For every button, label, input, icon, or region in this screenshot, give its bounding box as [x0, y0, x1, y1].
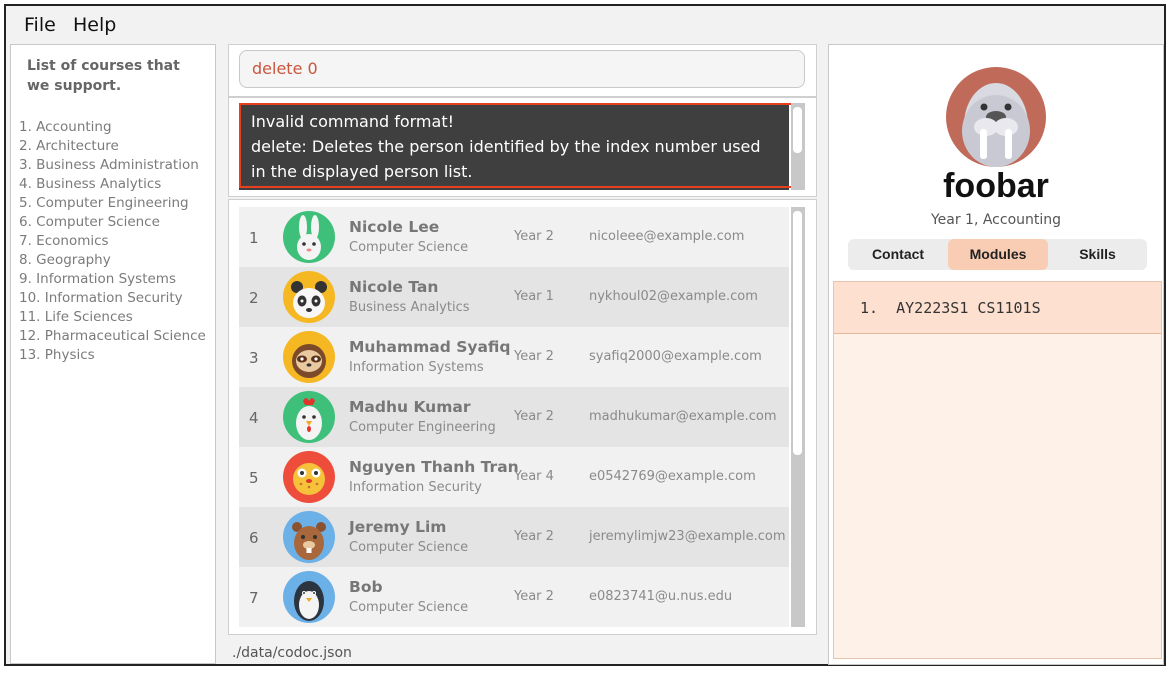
- pufferfish-icon: [283, 451, 335, 503]
- person-email: e0823741@u.nus.edu: [589, 589, 733, 604]
- person-name: Nicole Lee: [349, 218, 440, 236]
- person-index: 5: [249, 469, 259, 487]
- course-item: 5. Computer Engineering: [19, 195, 189, 211]
- person-list-scrollbar[interactable]: [791, 207, 805, 627]
- result-line: in the displayed person list.: [251, 162, 473, 181]
- person-card[interactable]: 3 Muhammad Syafiq Information Systems Ye…: [239, 327, 789, 387]
- person-year: Year 2: [514, 409, 554, 424]
- person-course: Computer Science: [349, 600, 469, 615]
- course-item: 3. Business Administration: [19, 157, 199, 173]
- chicken-icon: [283, 391, 335, 443]
- person-year: Year 2: [514, 529, 554, 544]
- status-bar-path: ./data/codoc.json: [232, 645, 352, 661]
- tab-modules[interactable]: Modules: [948, 239, 1048, 270]
- person-index: 2: [249, 289, 259, 307]
- course-item: 2. Architecture: [19, 138, 119, 154]
- person-email: syafiq2000@example.com: [589, 349, 762, 364]
- help-menu[interactable]: Help: [73, 14, 116, 36]
- person-year: Year 1: [514, 289, 554, 304]
- result-display[interactable]: Invalid command format! delete: Deletes …: [239, 103, 795, 190]
- person-index: 3: [249, 349, 259, 367]
- menu-bar: File Help: [6, 6, 1164, 40]
- profile-subtitle: Year 1, Accounting: [930, 212, 1062, 228]
- beaver-icon: [283, 511, 335, 563]
- rabbit-icon: [283, 211, 335, 263]
- person-index: 1: [249, 229, 259, 247]
- course-list-panel: List of courses that we support. 1. Acco…: [10, 44, 216, 664]
- person-year: Year 4: [514, 469, 554, 484]
- main-panel: delete 0 Invalid command format! delete:…: [228, 44, 817, 666]
- result-scrollbar[interactable]: [791, 103, 805, 190]
- sloth-icon: [283, 331, 335, 383]
- person-name: Nicole Tan: [349, 278, 439, 296]
- person-index: 7: [249, 589, 259, 607]
- person-card[interactable]: 5 Nguyen Thanh Tran Information Security…: [239, 447, 789, 507]
- person-course: Information Systems: [349, 360, 484, 375]
- module-item[interactable]: 1. AY2223S1 CS1101S: [834, 282, 1161, 334]
- course-item: 1. Accounting: [19, 119, 112, 135]
- person-course: Computer Science: [349, 240, 469, 255]
- person-course: Information Security: [349, 480, 482, 495]
- walrus-icon: [946, 67, 1046, 167]
- result-message: Invalid command format! delete: Deletes …: [239, 103, 795, 188]
- profile-panel: foobar Year 1, Accounting Contact Module…: [828, 44, 1164, 665]
- person-card[interactable]: 1 Nicole Lee Computer Science Year 2 nic…: [239, 207, 789, 267]
- person-card[interactable]: 7 Bob Computer Science Year 2 e0823741@u…: [239, 567, 789, 627]
- course-item: 8. Geography: [19, 252, 111, 268]
- course-item: 9. Information Systems: [19, 271, 176, 287]
- person-list-scroll-thumb[interactable]: [793, 211, 802, 455]
- person-name: Nguyen Thanh Tran: [349, 458, 519, 476]
- course-list-heading: List of courses that we support.: [27, 58, 180, 94]
- person-card[interactable]: 2 Nicole Tan Business Analytics Year 1 n…: [239, 267, 789, 327]
- course-item: 11. Life Sciences: [19, 309, 133, 325]
- course-item: 6. Computer Science: [19, 214, 160, 230]
- person-name: Bob: [349, 578, 383, 596]
- person-card[interactable]: 4 Madhu Kumar Computer Engineering Year …: [239, 387, 789, 447]
- course-list: 1. Accounting 2. Architecture 3. Busines…: [19, 118, 206, 365]
- person-list-panel: 1 Nicole Lee Computer Science Year 2 nic…: [228, 199, 817, 635]
- person-email: nykhoul02@example.com: [589, 289, 758, 304]
- file-menu[interactable]: File: [24, 14, 56, 36]
- app-window: File Help List of courses that we suppor…: [4, 4, 1166, 666]
- tab-skills[interactable]: Skills: [1048, 239, 1147, 270]
- result-display-panel: Invalid command format! delete: Deletes …: [228, 97, 817, 197]
- result-line: Invalid command format!: [251, 112, 455, 131]
- profile-tabs: Contact Modules Skills: [848, 239, 1147, 270]
- tab-contact[interactable]: Contact: [848, 239, 948, 270]
- result-scroll-thumb[interactable]: [793, 107, 802, 153]
- person-name: Jeremy Lim: [349, 518, 447, 536]
- person-list: 1 Nicole Lee Computer Science Year 2 nic…: [239, 207, 789, 627]
- penguin-icon: [283, 571, 335, 623]
- panda-icon: [283, 271, 335, 323]
- person-year: Year 2: [514, 589, 554, 604]
- person-year: Year 2: [514, 229, 554, 244]
- module-label: 1. AY2223S1 CS1101S: [860, 299, 1041, 317]
- person-email: madhukumar@example.com: [589, 409, 777, 424]
- command-box: delete 0: [228, 44, 817, 97]
- person-course: Business Analytics: [349, 300, 470, 315]
- person-email: jeremylimjw23@example.com: [589, 529, 786, 544]
- modules-list: 1. AY2223S1 CS1101S: [833, 281, 1162, 659]
- person-year: Year 2: [514, 349, 554, 364]
- course-item: 13. Physics: [19, 347, 95, 363]
- person-card[interactable]: 6 Jeremy Lim Computer Science Year 2 jer…: [239, 507, 789, 567]
- person-index: 4: [249, 409, 259, 427]
- course-item: 4. Business Analytics: [19, 176, 162, 192]
- result-line: delete: Deletes the person identified by…: [251, 137, 761, 156]
- course-item: 12. Pharmaceutical Science: [19, 328, 206, 344]
- person-email: e0542769@example.com: [589, 469, 756, 484]
- person-email: nicoleee@example.com: [589, 229, 745, 244]
- profile-name: foobar: [943, 167, 1049, 205]
- person-name: Muhammad Syafiq: [349, 338, 511, 356]
- course-item: 10. Information Security: [19, 290, 183, 306]
- person-name: Madhu Kumar: [349, 398, 471, 416]
- command-input[interactable]: delete 0: [239, 50, 805, 88]
- course-item: 7. Economics: [19, 233, 109, 249]
- person-course: Computer Science: [349, 540, 469, 555]
- person-index: 6: [249, 529, 259, 547]
- person-course: Computer Engineering: [349, 420, 496, 435]
